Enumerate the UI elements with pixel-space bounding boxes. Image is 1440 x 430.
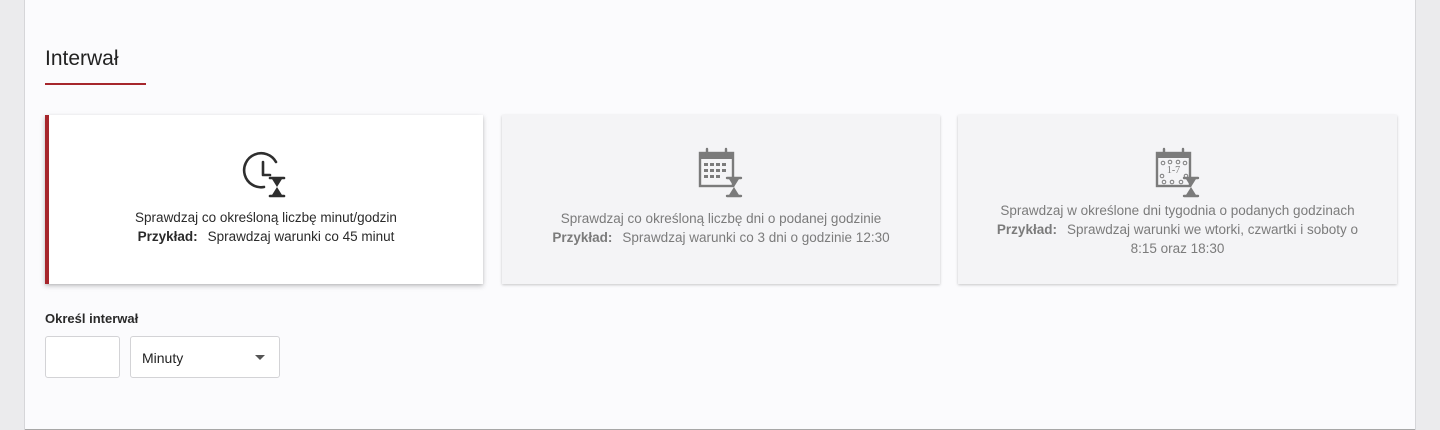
chevron-down-icon bbox=[255, 355, 265, 360]
section-title: Interwał bbox=[45, 47, 119, 70]
card-description: Sprawdzaj co określoną liczbę dni o poda… bbox=[560, 211, 882, 226]
card-example-label: Przykład: bbox=[552, 230, 613, 245]
interval-unit-value: Minuty bbox=[142, 350, 184, 366]
interval-option-days[interactable]: Sprawdzaj co określoną liczbę dni o poda… bbox=[502, 115, 940, 284]
card-example: Sprawdzaj warunki we wtorki, czwartki i … bbox=[1066, 222, 1359, 256]
interval-option-weekdays[interactable]: 1-7 Sprawdzaj w określone dni tygodnia o… bbox=[958, 115, 1397, 284]
card-example: Sprawdzaj warunki co 3 dni o godzinie 12… bbox=[622, 230, 890, 245]
title-underline bbox=[45, 83, 146, 85]
interval-field-label: Określ interwał bbox=[45, 311, 139, 326]
interval-panel: Interwał Sprawdzaj co określoną liczbę m… bbox=[24, 0, 1416, 430]
clock-hourglass-icon bbox=[242, 151, 286, 198]
card-example: Sprawdzaj warunki co 45 minut bbox=[207, 229, 395, 244]
weekdays-range-label: 1-7 bbox=[1166, 165, 1179, 176]
card-description: Sprawdzaj w określone dni tygodnia o pod… bbox=[1000, 203, 1355, 218]
interval-unit-select[interactable]: Minuty bbox=[130, 336, 280, 378]
card-example-label: Przykład: bbox=[996, 222, 1057, 237]
card-description: Sprawdzaj co określoną liczbę minut/godz… bbox=[135, 210, 397, 225]
interval-value-input[interactable] bbox=[45, 336, 120, 378]
calendar-hourglass-icon bbox=[698, 147, 743, 198]
card-example-label: Przykład: bbox=[137, 229, 198, 244]
calendar-weekdays-hourglass-icon: 1-7 bbox=[1155, 147, 1199, 198]
interval-option-minutes-hours[interactable]: Sprawdzaj co określoną liczbę minut/godz… bbox=[45, 115, 483, 284]
